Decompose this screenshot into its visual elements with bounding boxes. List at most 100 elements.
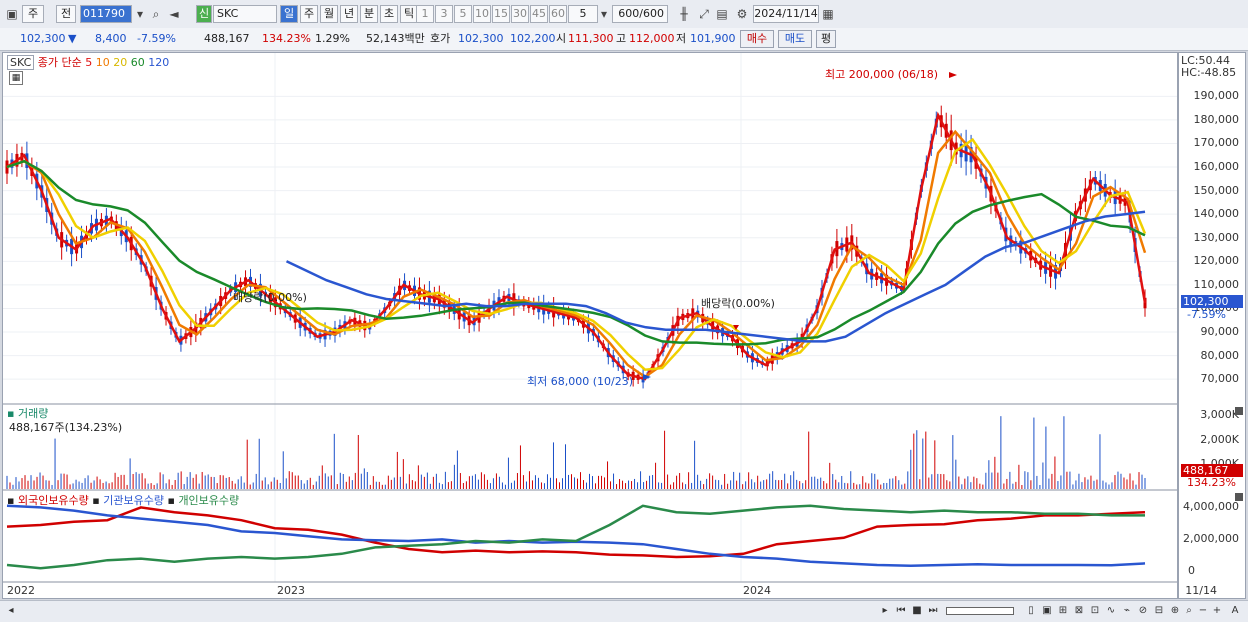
chevron-down-icon[interactable]: ▾ (132, 6, 148, 22)
chart-area[interactable]: SKC 종가 단순 5 10 20 60 120 ▦ 최고 200,000 (0… (2, 52, 1178, 599)
scroll-right-icon[interactable]: ▸ (878, 604, 892, 618)
tool-icon-10[interactable]: ⊕ (1168, 604, 1182, 618)
prev-button[interactable]: 전 (56, 5, 76, 23)
right-axis[interactable]: LC:50.44 HC:-48.85 190,000 180,000 170,000… (1178, 52, 1246, 599)
x-label-2023: 2023 (277, 584, 305, 597)
high-price: 112,000 (629, 32, 675, 45)
price-tick-8: 110,000 (1193, 277, 1240, 291)
minute-button-10[interactable]: 10 (473, 5, 491, 23)
date-input[interactable]: 2024/11/14 (753, 5, 819, 23)
window-icon[interactable]: ▣ (4, 6, 20, 22)
tool-icon-1[interactable]: ▯ (1024, 604, 1038, 618)
ma-10-label: 10 (95, 56, 110, 69)
vol-tick-2000k: 2,000K (1200, 433, 1239, 446)
price-candles (5, 105, 1147, 389)
period-button-1[interactable]: 주 (300, 5, 318, 23)
minute-button-5[interactable]: 5 (454, 5, 472, 23)
first-icon[interactable]: ⏮ (894, 604, 908, 618)
speaker-icon[interactable]: ◄ (166, 6, 182, 22)
current-price: 102,300 (20, 32, 66, 45)
gear-icon[interactable]: ⚙ (734, 6, 750, 22)
volume-value: 488,167 (204, 32, 250, 45)
count-value: 600/600 (618, 7, 664, 20)
minute-button-30[interactable]: 30 (511, 5, 529, 23)
foreign-holding-line (6, 506, 1146, 559)
minute-button-3[interactable]: 3 (435, 5, 453, 23)
zoom-in-icon[interactable]: + (1210, 604, 1224, 618)
buy-button[interactable]: 매수 (740, 30, 774, 48)
search-icon[interactable]: ⌕ (148, 6, 164, 22)
low-annotation: 최저 68,000 (10/23) (527, 375, 634, 388)
save-icon[interactable]: ▤ (714, 6, 730, 22)
high-label: 고 (616, 32, 627, 45)
turnover: 1.29% (315, 32, 350, 45)
individual-holding-line (6, 504, 1145, 570)
volume-panel-close-icon[interactable] (1235, 407, 1243, 415)
calendar-icon[interactable]: ▦ (820, 6, 836, 22)
tool-icon-7[interactable]: ⌁ (1120, 604, 1134, 618)
tool-icon-4[interactable]: ⊠ (1072, 604, 1086, 618)
minute-button-1[interactable]: 1 (416, 5, 434, 23)
change-percent: -7.59% (137, 32, 176, 45)
ma-60-label: 60 (130, 56, 145, 69)
stop-icon[interactable]: ■ (910, 604, 924, 618)
price-tick-12: 70,000 (1200, 372, 1240, 386)
trade-amount: 52,143백만 (366, 32, 425, 45)
minute-button-60[interactable]: 60 (549, 5, 567, 23)
new-label: 신 (198, 7, 210, 20)
current-volume-pct: 134.23% (1187, 476, 1236, 489)
moving-average-lines (6, 111, 1147, 381)
sell-button[interactable]: 매도 (778, 30, 812, 48)
price-tick-10: 90,000 (1200, 325, 1240, 338)
grid-toggle-icon[interactable]: ▦ (9, 71, 23, 85)
interval-input[interactable]: 5 (568, 5, 598, 23)
tool-icon-8[interactable]: ⊘ (1136, 604, 1150, 618)
stock-code-input[interactable]: 011790 (80, 5, 132, 23)
new-badge[interactable]: 신 (196, 5, 212, 23)
symbol-badge[interactable]: SKC (7, 55, 35, 70)
minute-button-45[interactable]: 45 (530, 5, 548, 23)
hold-tick-4m: 4,000,000 (1183, 500, 1239, 513)
count-input[interactable]: 600/600 (612, 5, 668, 23)
period-button-3[interactable]: 년 (340, 5, 358, 23)
price-tick-3: 160,000 (1193, 160, 1240, 174)
down-arrow-icon: ▼ (68, 32, 77, 45)
tool-icon-9[interactable]: ⊟ (1152, 604, 1166, 618)
stock-name-field[interactable]: SKC (213, 5, 277, 23)
volume-bars (6, 416, 1146, 489)
bid-label: 호가 (430, 32, 451, 45)
avg-button[interactable]: 평 (816, 30, 836, 48)
font-size-icon[interactable]: A (1228, 604, 1242, 618)
minute-button-15[interactable]: 15 (492, 5, 510, 23)
interval-dropdown-icon[interactable]: ▾ (596, 6, 612, 22)
period-mode-label: 주 (27, 7, 39, 20)
period-button-0[interactable]: 일 (280, 5, 298, 23)
quote-bar: 102,300 ▼ 8,400 -7.59% 488,167 134.23% 1… (0, 28, 1248, 51)
zoom-search-icon[interactable]: ⌕ (1182, 604, 1196, 618)
zoom-slider[interactable] (946, 607, 1014, 615)
tool-icon-3[interactable]: ⊞ (1056, 604, 1070, 618)
open-label: 시 (556, 32, 567, 45)
hold-tick-0: 0 (1188, 564, 1195, 577)
chart-svg[interactable] (3, 53, 1177, 598)
tool-icon-6[interactable]: ∿ (1104, 604, 1118, 618)
zoom-out-icon[interactable]: − (1196, 604, 1210, 618)
candle-icon[interactable]: ╫ (676, 6, 692, 22)
draw-tool-icon[interactable]: ⤢ (696, 6, 712, 22)
tool-icon-2[interactable]: ▣ (1040, 604, 1054, 618)
price-tick-4: 150,000 (1193, 183, 1240, 197)
period-button-4[interactable]: 분 (360, 5, 378, 23)
tool-icon-5[interactable]: ⊡ (1088, 604, 1102, 618)
buy-label: 매수 (746, 32, 768, 45)
high-marker (949, 72, 957, 78)
institution-holding-label: 기관보유수량 (103, 494, 164, 507)
price-tick-5: 140,000 (1193, 207, 1240, 221)
volume-ratio: 134.23% (262, 32, 311, 45)
last-icon[interactable]: ⏭ (926, 604, 940, 618)
scroll-left-icon[interactable]: ◂ (4, 604, 18, 618)
period-button-2[interactable]: 월 (320, 5, 338, 23)
vol-tick-3000k: 3,000K (1200, 408, 1239, 421)
period-mode-select[interactable]: 주 (22, 5, 44, 23)
period-button-5[interactable]: 초 (380, 5, 398, 23)
holding-lines (6, 504, 1146, 570)
